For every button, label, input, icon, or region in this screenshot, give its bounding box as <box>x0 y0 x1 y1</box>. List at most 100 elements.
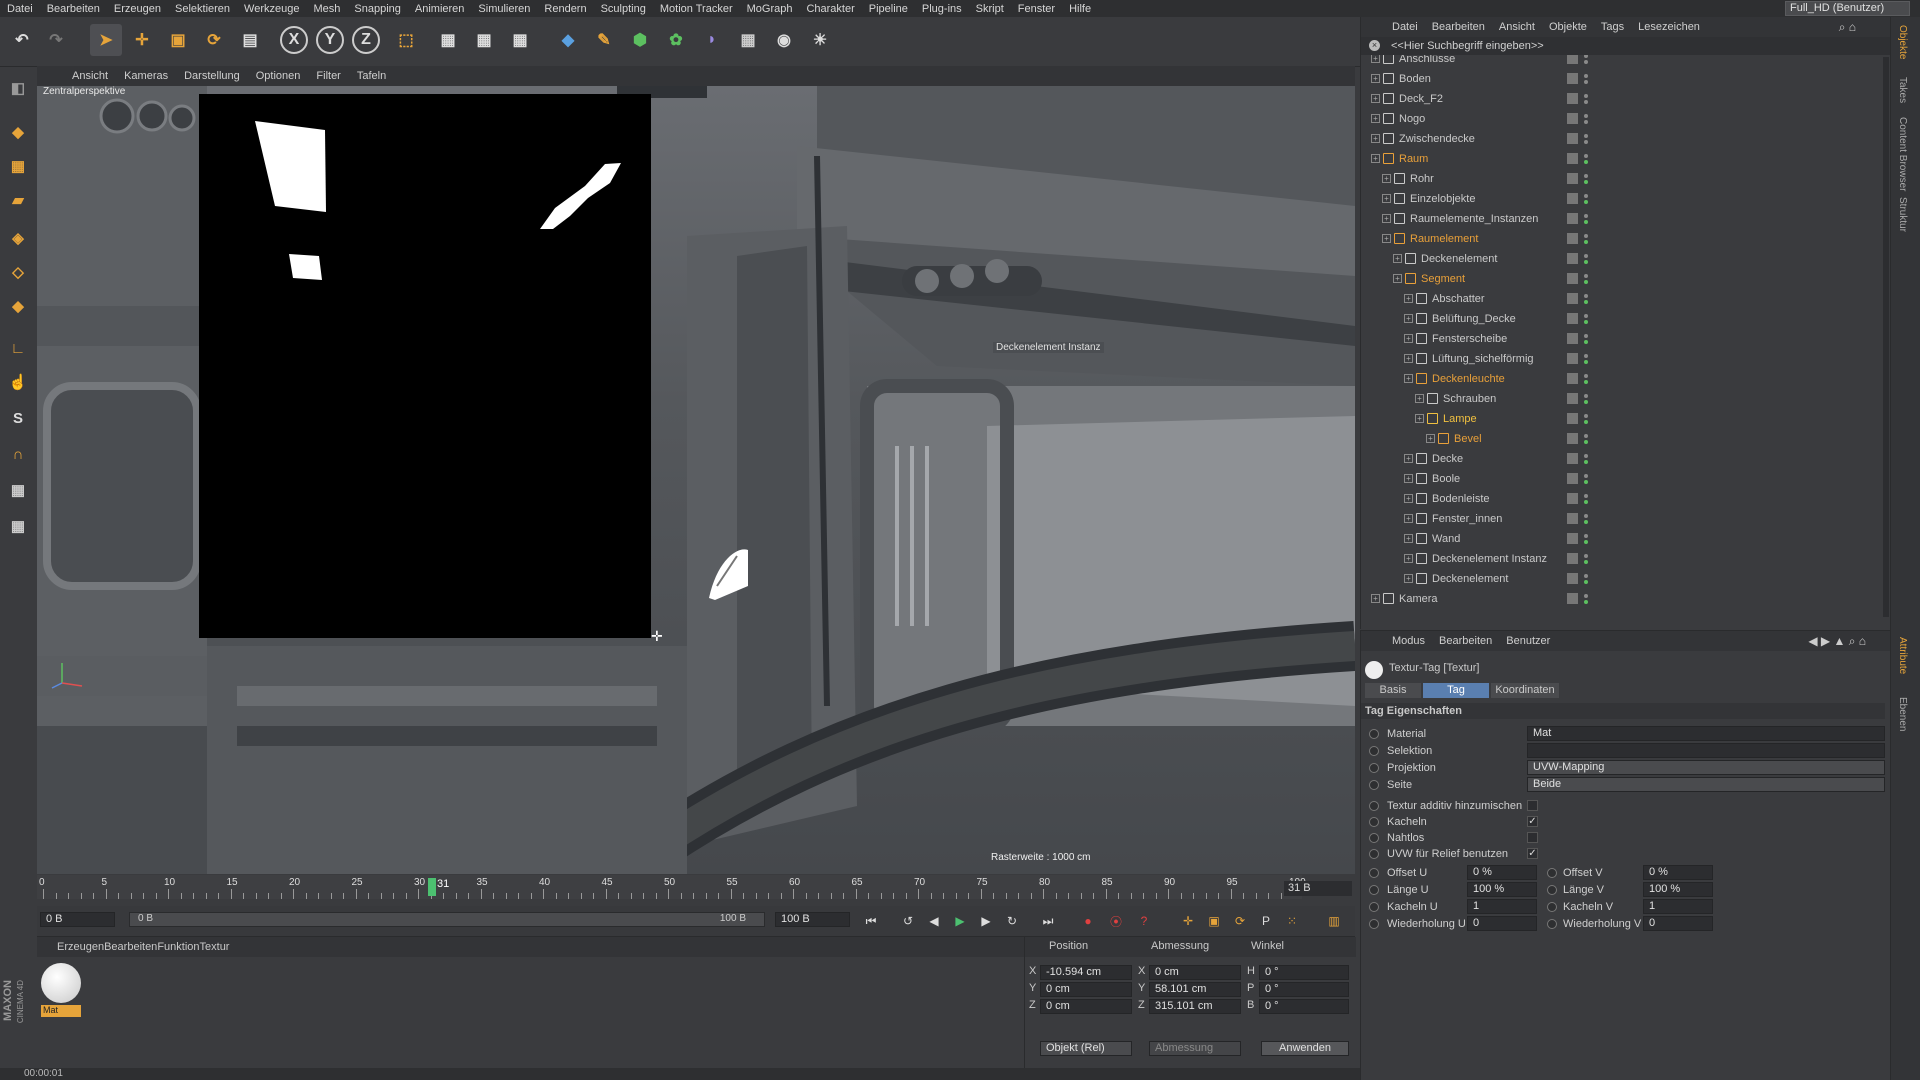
redo-icon[interactable]: ↷ <box>40 24 72 56</box>
animate-radio[interactable] <box>1369 885 1379 895</box>
render-visibility-icon[interactable] <box>1584 60 1588 64</box>
expand-icon[interactable]: + <box>1382 174 1391 183</box>
menu-7[interactable]: Animieren <box>408 3 472 15</box>
apply-button[interactable]: Anwenden <box>1261 1041 1349 1056</box>
animate-radio[interactable] <box>1369 763 1379 773</box>
layer-icon[interactable] <box>1567 113 1578 124</box>
object-row[interactable]: + Raum <box>1361 149 1891 169</box>
go-to-end-icon[interactable]: ⏭ <box>1037 910 1059 932</box>
expand-icon[interactable]: + <box>1371 154 1380 163</box>
grid-icon[interactable]: ▦ <box>3 511 33 541</box>
editor-visibility-icon[interactable] <box>1584 154 1588 158</box>
object-row[interactable]: + Einzelobjekte <box>1361 189 1891 209</box>
object-row[interactable]: + Lüftung_sichelförmig <box>1361 349 1891 369</box>
search-icon[interactable]: ⌕ ⌂ <box>1839 20 1856 35</box>
object-name[interactable]: Wand <box>1432 529 1460 549</box>
editor-visibility-icon[interactable] <box>1584 94 1588 98</box>
layer-icon[interactable] <box>1567 413 1578 424</box>
animate-radio[interactable] <box>1369 849 1379 859</box>
coord-size-select[interactable]: Abmessung <box>1149 1041 1241 1056</box>
render-visibility-icon[interactable] <box>1584 440 1588 444</box>
side-tab[interactable]: Ebenen <box>1897 697 1908 731</box>
editor-visibility-icon[interactable] <box>1584 134 1588 138</box>
editor-visibility-icon[interactable] <box>1584 574 1588 578</box>
pair-value[interactable]: 0 % <box>1643 865 1713 880</box>
polygons-mode-icon[interactable]: ◆ <box>3 291 33 321</box>
animate-radio[interactable] <box>1369 833 1379 843</box>
render-visibility-icon[interactable] <box>1584 560 1588 564</box>
previous-frame-icon[interactable]: ◀ <box>923 910 945 932</box>
menu-4[interactable]: Werkzeuge <box>237 3 306 15</box>
viewport-3d[interactable]: ✛ Zentralperspektive Deckenelement Insta… <box>37 86 1355 874</box>
animate-radio[interactable] <box>1547 919 1557 929</box>
layout-select[interactable]: Full_HD (Benutzer) <box>1785 1 1910 16</box>
attribute-checkbox[interactable]: ✓ <box>1527 848 1538 859</box>
object-name[interactable]: Lüftung_sichelförmig <box>1432 349 1534 369</box>
attribute-menu-1[interactable]: Bearbeiten <box>1432 635 1499 647</box>
viewport-menu-5[interactable]: Tafeln <box>349 70 394 82</box>
editor-visibility-icon[interactable] <box>1584 55 1588 58</box>
rotation-field[interactable]: 0 ° <box>1259 999 1349 1014</box>
floor-icon[interactable]: ▦ <box>732 24 764 56</box>
editor-visibility-icon[interactable] <box>1584 514 1588 518</box>
material-menu-1[interactable]: Bearbeiten <box>104 941 157 953</box>
model-mode-icon[interactable]: ◆ <box>3 117 33 147</box>
editor-visibility-icon[interactable] <box>1584 114 1588 118</box>
frame-range-slider[interactable]: 0 B 100 B <box>129 912 765 927</box>
recent-tools-icon[interactable]: ▤ <box>234 24 266 56</box>
layer-icon[interactable] <box>1567 153 1578 164</box>
expand-icon[interactable]: + <box>1404 374 1413 383</box>
layer-icon[interactable] <box>1567 193 1578 204</box>
object-menu-5[interactable]: Lesezeichen <box>1631 21 1707 33</box>
menu-5[interactable]: Mesh <box>306 3 347 15</box>
render-visibility-icon[interactable] <box>1584 160 1588 164</box>
object-row[interactable]: + Anschlüsse <box>1361 55 1891 69</box>
expand-icon[interactable]: + <box>1426 434 1435 443</box>
key-parameter-icon[interactable]: P <box>1255 910 1277 932</box>
menu-10[interactable]: Sculpting <box>594 3 653 15</box>
search-close-icon[interactable]: × <box>1369 40 1380 51</box>
object-name[interactable]: Belüftung_Decke <box>1432 309 1516 329</box>
object-menu-0[interactable]: Datei <box>1385 21 1425 33</box>
object-row[interactable]: + Kamera <box>1361 589 1891 609</box>
object-name[interactable]: Segment <box>1421 269 1465 289</box>
attribute-checkbox[interactable] <box>1527 800 1538 811</box>
side-tab[interactable]: Objekte <box>1897 25 1908 59</box>
object-row[interactable]: + Deckenelement <box>1361 569 1891 589</box>
expand-icon[interactable]: + <box>1404 354 1413 363</box>
layer-icon[interactable] <box>1567 73 1578 84</box>
render-visibility-icon[interactable] <box>1584 380 1588 384</box>
expand-icon[interactable]: + <box>1382 214 1391 223</box>
object-name[interactable]: Bevel <box>1454 429 1482 449</box>
layer-icon[interactable] <box>1567 173 1578 184</box>
animate-radio[interactable] <box>1547 868 1557 878</box>
menu-17[interactable]: Fenster <box>1011 3 1062 15</box>
editor-visibility-icon[interactable] <box>1584 354 1588 358</box>
object-menu-3[interactable]: Objekte <box>1542 21 1594 33</box>
layer-icon[interactable] <box>1567 273 1578 284</box>
layer-icon[interactable] <box>1567 353 1578 364</box>
editor-visibility-icon[interactable] <box>1584 314 1588 318</box>
animate-radio[interactable] <box>1547 885 1557 895</box>
render-visibility-icon[interactable] <box>1584 240 1588 244</box>
pair-value[interactable]: 1 <box>1643 899 1713 914</box>
magnet-icon[interactable]: ∩ <box>3 439 33 469</box>
layer-icon[interactable] <box>1567 493 1578 504</box>
layer-icon[interactable] <box>1567 253 1578 264</box>
coordinate-system-icon[interactable]: ⬚ <box>390 24 422 56</box>
layer-icon[interactable] <box>1567 233 1578 244</box>
object-name[interactable]: Raumelemente_Instanzen <box>1410 209 1538 229</box>
object-name[interactable]: Deckenelement <box>1421 249 1497 269</box>
coord-mode-select[interactable]: Objekt (Rel) <box>1040 1041 1132 1056</box>
layer-icon[interactable] <box>1567 333 1578 344</box>
object-name[interactable]: Fenster_innen <box>1432 509 1502 529</box>
animate-radio[interactable] <box>1369 817 1379 827</box>
axis-z-lock[interactable]: Z <box>352 26 380 54</box>
expand-icon[interactable]: + <box>1371 594 1380 603</box>
object-row[interactable]: + Deckenelement Instanz <box>1361 549 1891 569</box>
previous-key-icon[interactable]: ↺ <box>897 910 919 932</box>
rotation-field[interactable]: 0 ° <box>1259 965 1349 980</box>
playhead-marker[interactable] <box>428 878 436 896</box>
object-search-input[interactable]: <<Hier Suchbegriff eingeben>> <box>1361 37 1891 55</box>
render-visibility-icon[interactable] <box>1584 520 1588 524</box>
